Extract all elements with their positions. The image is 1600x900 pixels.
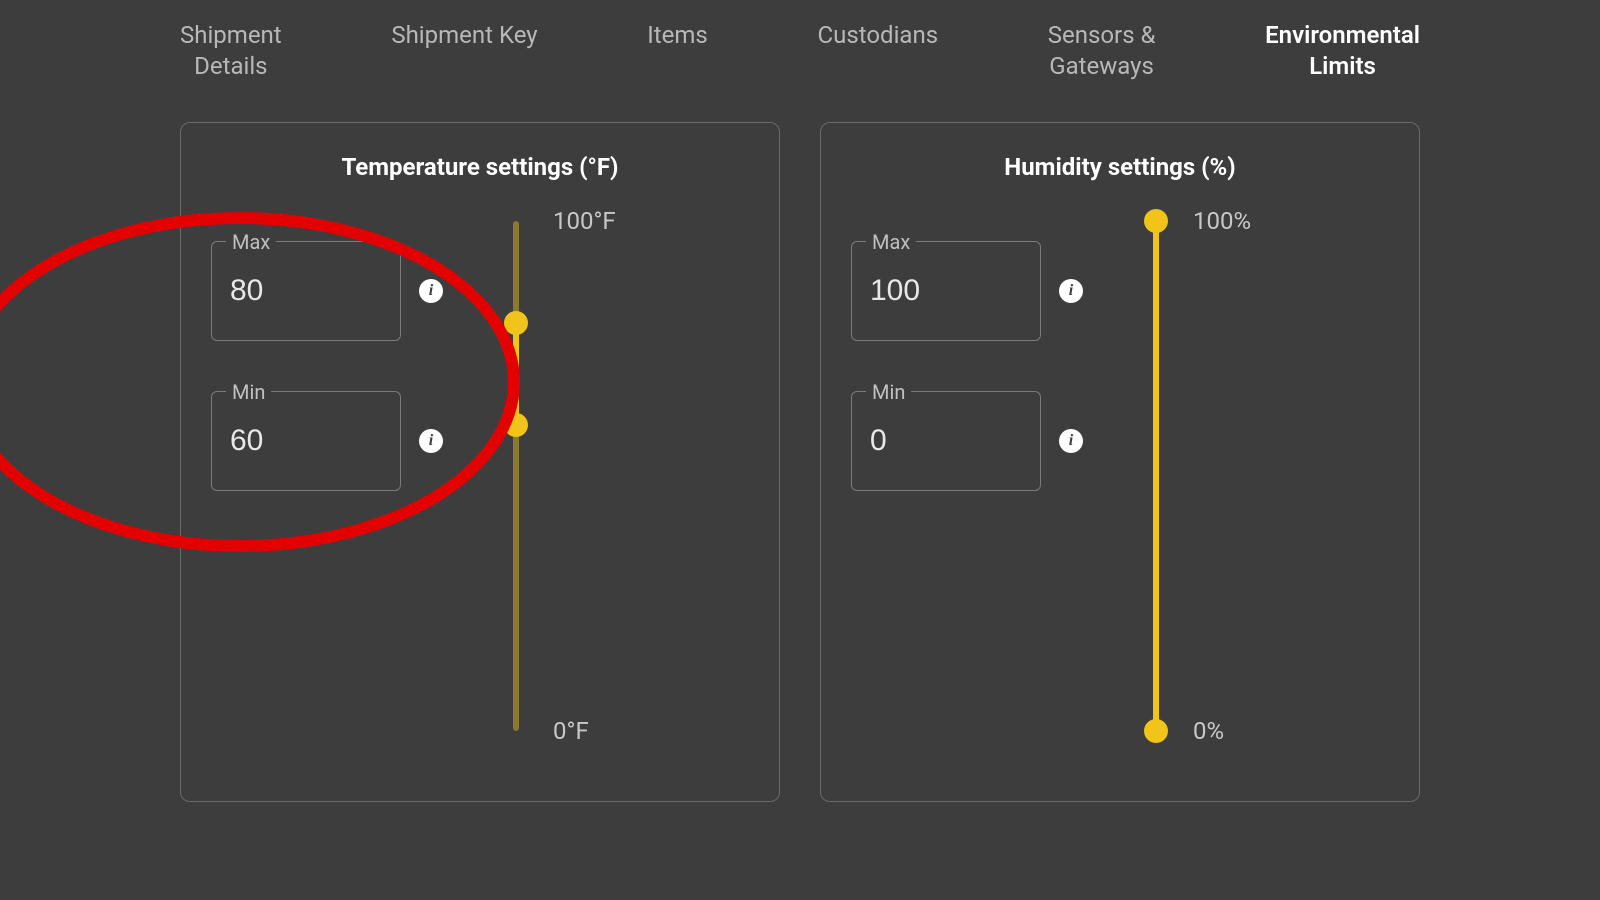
temperature-scale-top: 100°F	[553, 207, 616, 235]
temperature-max-label: Max	[226, 230, 276, 254]
temperature-max-input[interactable]	[230, 274, 382, 308]
temperature-title: Temperature settings (°F)	[211, 153, 749, 181]
humidity-max-label: Max	[866, 230, 916, 254]
temperature-panel: Temperature settings (°F) Max i Min i	[180, 122, 780, 802]
temperature-inputs: Max i Min i	[211, 211, 443, 491]
temperature-slider-thumb-max[interactable]	[504, 311, 528, 335]
humidity-inputs: Max i Min i	[851, 211, 1083, 491]
temperature-slider-track	[513, 221, 519, 731]
tab-sensors-gateways[interactable]: Sensors & Gateways	[1048, 20, 1156, 82]
humidity-slider-thumb-max[interactable]	[1144, 209, 1168, 233]
temperature-slider-range	[513, 323, 519, 425]
temperature-min-field[interactable]: Min	[211, 391, 401, 491]
humidity-scale-top: 100%	[1193, 207, 1251, 235]
tab-environmental-limits[interactable]: Environmental Limits	[1265, 20, 1420, 82]
temperature-min-input[interactable]	[230, 424, 382, 458]
tab-shipment-details[interactable]: Shipment Details	[180, 20, 282, 82]
temperature-scale-bottom: 0°F	[553, 717, 589, 745]
info-icon[interactable]: i	[419, 279, 443, 303]
panels-container: Temperature settings (°F) Max i Min i	[0, 82, 1600, 802]
tab-custodians[interactable]: Custodians	[817, 20, 938, 82]
humidity-min-input[interactable]	[870, 424, 1022, 458]
temperature-min-label: Min	[226, 380, 271, 404]
info-icon[interactable]: i	[1059, 279, 1083, 303]
humidity-title: Humidity settings (%)	[851, 153, 1389, 181]
temperature-slider-thumb-min[interactable]	[504, 413, 528, 437]
humidity-slider[interactable]: 100% 0%	[1113, 211, 1389, 741]
humidity-min-label: Min	[866, 380, 911, 404]
tab-shipment-key[interactable]: Shipment Key	[391, 20, 537, 82]
humidity-scale-bottom: 0%	[1193, 717, 1224, 745]
temperature-max-field[interactable]: Max	[211, 241, 401, 341]
temperature-slider[interactable]: 100°F 0°F	[473, 211, 749, 741]
info-icon[interactable]: i	[1059, 429, 1083, 453]
tab-bar: Shipment Details Shipment Key Items Cust…	[0, 0, 1600, 82]
humidity-slider-thumb-min[interactable]	[1144, 719, 1168, 743]
humidity-max-input[interactable]	[870, 274, 1022, 308]
humidity-slider-range	[1153, 221, 1159, 731]
humidity-min-field[interactable]: Min	[851, 391, 1041, 491]
humidity-panel: Humidity settings (%) Max i Min i	[820, 122, 1420, 802]
info-icon[interactable]: i	[419, 429, 443, 453]
tab-items[interactable]: Items	[647, 20, 708, 82]
humidity-max-field[interactable]: Max	[851, 241, 1041, 341]
